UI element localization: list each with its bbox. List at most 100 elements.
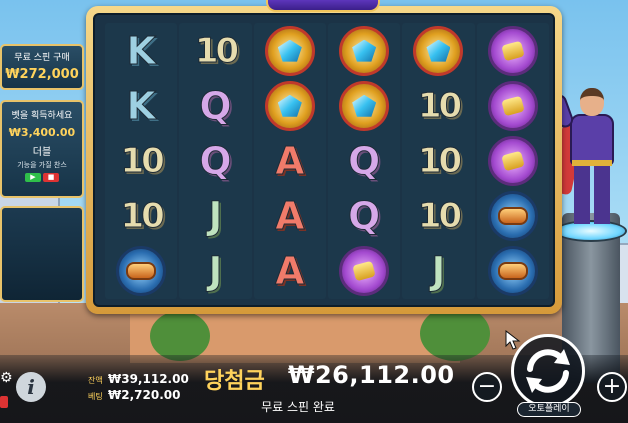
blue-gem-symbol-icon	[264, 25, 315, 76]
symbol-q: Q	[347, 194, 381, 239]
reel-cell	[328, 78, 400, 133]
decrease-bet-button[interactable]: −	[472, 372, 502, 402]
reel-cell: Q	[179, 133, 251, 188]
purple-gauntlet-symbol-icon	[487, 135, 538, 186]
reel-6	[476, 23, 549, 299]
double-chance-subtitle: 기능을 가질 찬스	[17, 161, 67, 169]
power-ring-symbol-icon	[116, 246, 167, 297]
reel-cell: 10	[402, 78, 474, 133]
reel-cell	[477, 23, 549, 78]
blue-gem-symbol-icon	[413, 25, 464, 76]
reel-cell: J	[179, 189, 251, 244]
power-ring-symbol-icon	[487, 246, 538, 297]
win-label: 당첨금	[204, 369, 265, 394]
double-chance-title: 벳을 획득하세요	[11, 111, 73, 121]
buy-free-spins-title: 무료 스핀 구매	[14, 53, 70, 63]
tree	[150, 311, 210, 361]
superhero-character	[548, 84, 628, 234]
reel-cell	[254, 78, 326, 133]
symbol-j: J	[431, 249, 446, 294]
reel-cell	[477, 133, 549, 188]
reel-4: QQ	[328, 23, 401, 299]
autoplay-button[interactable]: 오토플레이	[517, 402, 581, 417]
symbol-q: Q	[199, 83, 232, 128]
reel-cell: Q	[328, 133, 400, 188]
reel-cell	[477, 78, 549, 133]
blue-gem-symbol-icon	[264, 80, 315, 131]
symbol-k: K	[126, 28, 156, 73]
power-ring-symbol-icon	[487, 191, 538, 242]
purple-gauntlet-symbol-icon	[339, 246, 390, 297]
purple-gauntlet-symbol-icon	[487, 80, 538, 131]
symbol-10: 10	[417, 85, 462, 126]
symbol-10: 10	[120, 140, 165, 181]
symbol-10: 10	[417, 140, 462, 181]
symbol-k: K	[126, 83, 156, 128]
reel-area: K K 10 10 10 Q Q J J A A A Q Q 10 10 10 J	[93, 13, 555, 307]
info-button[interactable]: i	[16, 372, 46, 402]
symbol-a: A	[275, 249, 305, 294]
mouse-pointer-icon	[505, 330, 521, 350]
bet-value: ₩2,720.00	[108, 388, 181, 402]
buy-free-spins-price: ₩272,000	[5, 67, 79, 82]
symbol-j: J	[208, 249, 223, 294]
spin-button[interactable]	[511, 334, 585, 408]
reel-cell: J	[179, 244, 251, 299]
reel-cell	[477, 244, 549, 299]
double-chance-panel: 벳을 획득하세요 ₩3,400.00 더블 기능을 가질 찬스 ▶ ■	[0, 100, 84, 198]
tree	[420, 306, 490, 361]
reel-1: K K 10 10	[105, 23, 178, 299]
win-value: ₩26,112.00	[288, 361, 455, 389]
symbol-10: 10	[417, 196, 462, 237]
reel-cell: 10	[105, 189, 177, 244]
reel-cell: Q	[328, 189, 400, 244]
reel-2: 10 Q Q J J	[179, 23, 252, 299]
blue-gem-symbol-icon	[339, 80, 390, 131]
sound-toggle-icon[interactable]	[0, 396, 8, 408]
reel-cell	[402, 23, 474, 78]
blue-gem-symbol-icon	[339, 25, 390, 76]
buy-free-spins-button[interactable]: 무료 스핀 구매 ₩272,000	[0, 44, 84, 90]
reel-cell: J	[402, 244, 474, 299]
game-logo-banner	[266, 0, 380, 12]
symbol-a: A	[275, 194, 305, 239]
reel-cell	[254, 23, 326, 78]
status-message: 무료 스핀 완료	[261, 400, 335, 414]
reel-cell: 10	[402, 133, 474, 188]
purple-gauntlet-symbol-icon	[487, 25, 538, 76]
reel-cell: 10	[105, 133, 177, 188]
reel-frame: K K 10 10 10 Q Q J J A A A Q Q 10 10 10 J	[86, 6, 562, 314]
double-chance-label: 더블	[32, 147, 52, 158]
reel-cell	[328, 23, 400, 78]
toggle-on-icon[interactable]: ▶	[25, 173, 41, 182]
double-chance-toggle[interactable]: ▶ ■	[25, 173, 59, 182]
reel-cell: A	[254, 133, 326, 188]
reel-grid: K K 10 10 10 Q Q J J A A A Q Q 10 10 10 J	[105, 23, 549, 299]
reel-cell: K	[105, 23, 177, 78]
symbol-10: 10	[120, 196, 165, 237]
side-feature-panel	[0, 206, 84, 302]
reel-5: 10 10 10 J	[402, 23, 475, 299]
reel-cell: Q	[179, 78, 251, 133]
toggle-off-icon[interactable]: ■	[43, 173, 59, 182]
credit-value: ₩39,112.00	[108, 372, 189, 386]
settings-gear-icon[interactable]: ⚙	[0, 371, 14, 385]
double-chance-amount: ₩3,400.00	[8, 126, 76, 139]
increase-bet-button[interactable]: +	[597, 372, 627, 402]
symbol-j: J	[208, 194, 223, 239]
symbol-a: A	[275, 138, 305, 183]
bet-label: 베팅	[88, 392, 103, 401]
spin-arrows-icon	[526, 349, 570, 393]
reel-cell	[328, 244, 400, 299]
reel-cell	[477, 189, 549, 244]
reel-cell	[105, 244, 177, 299]
symbol-q: Q	[199, 138, 232, 183]
symbol-10: 10	[194, 30, 239, 71]
reel-cell: K	[105, 78, 177, 133]
reel-cell: A	[254, 189, 326, 244]
symbol-q: Q	[347, 138, 381, 183]
reel-cell: 10	[179, 23, 251, 78]
reel-3: AAA	[253, 23, 326, 299]
reel-cell: 10	[402, 189, 474, 244]
credit-label: 잔액	[88, 376, 103, 385]
